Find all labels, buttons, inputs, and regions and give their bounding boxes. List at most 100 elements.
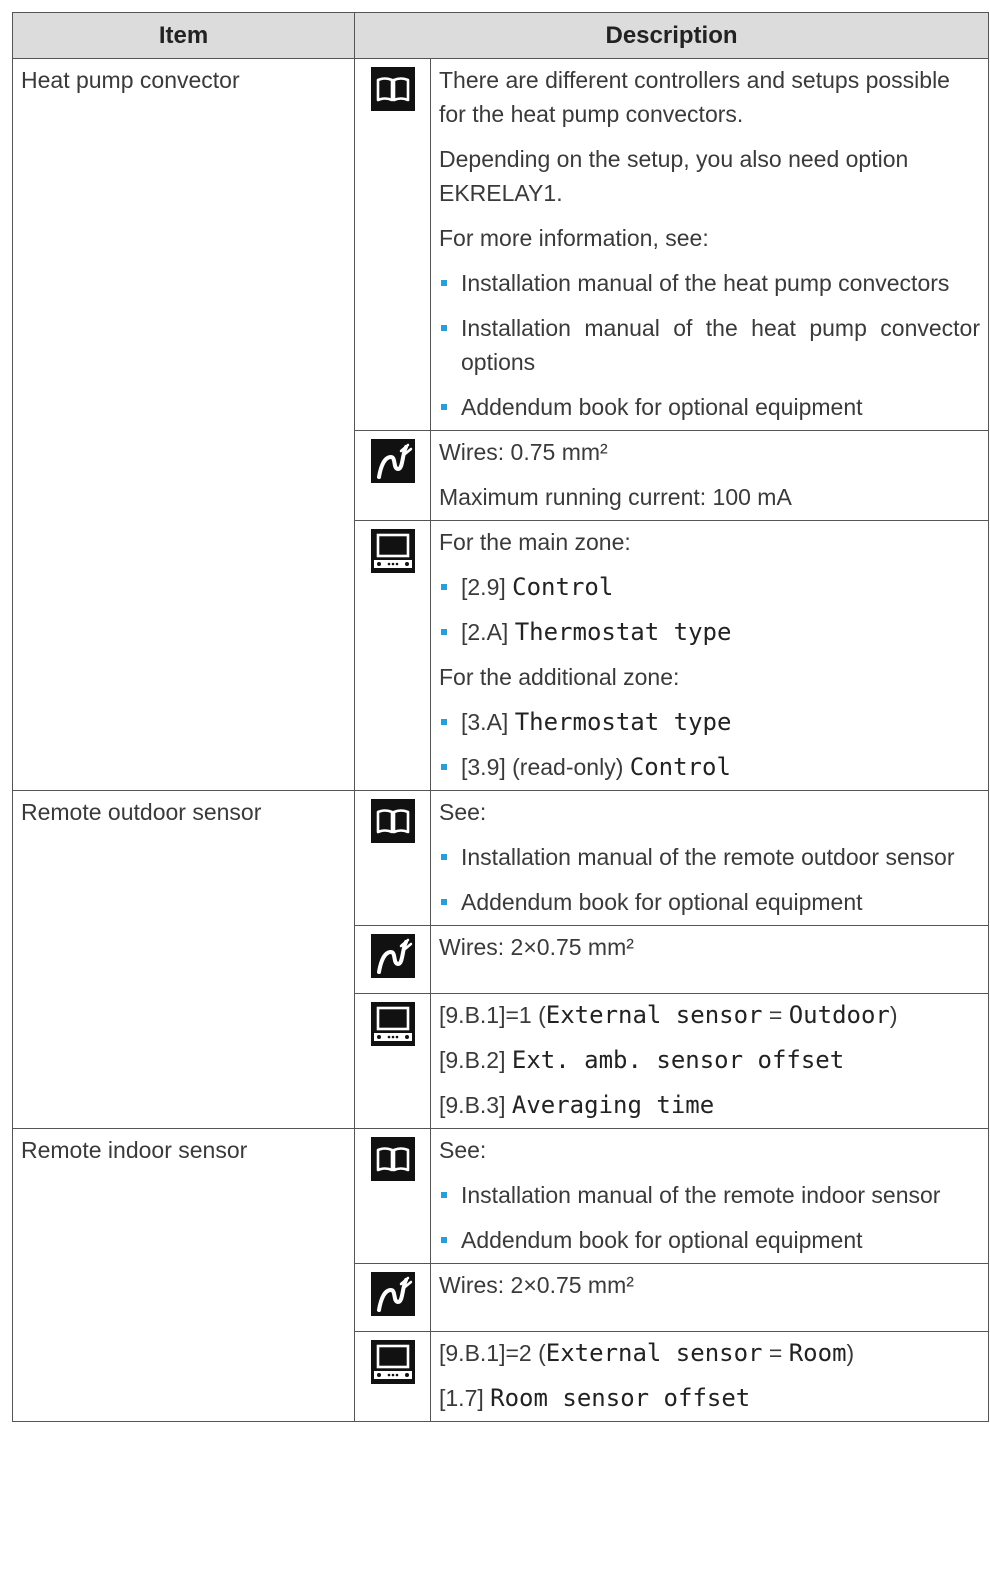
bullet-item: [3.9] (read-only) Control xyxy=(439,750,980,784)
bullet-marker xyxy=(441,854,447,860)
setting-code: [2.A] xyxy=(461,619,509,645)
bullet-item: Addendum book for optional equipment xyxy=(439,390,980,424)
bullet-marker xyxy=(441,325,447,331)
bullet-text: Installation manual of the heat pump con… xyxy=(461,315,980,375)
paragraph: For more information, see: xyxy=(439,225,709,251)
controller-icon xyxy=(370,1340,415,1384)
setting-code: [9.B.1]=2 ( xyxy=(439,1340,546,1366)
description-cell: See: Installation manual of the remote o… xyxy=(430,790,989,926)
item-cell: Remote outdoor sensor xyxy=(12,790,355,1129)
setting-equals: = xyxy=(762,1002,789,1028)
bullet-marker xyxy=(441,404,447,410)
bullet-text: Addendum book for optional equipment xyxy=(461,394,863,420)
bullet-text: Installation manual of the remote outdoo… xyxy=(461,844,955,870)
wire-icon xyxy=(370,1272,415,1316)
setting-line: [9.B.1]=1 (External sensor = Outdoor) xyxy=(439,998,980,1032)
setting-name: Averaging time xyxy=(511,1091,715,1119)
description-cell: Wires: 2×0.75 mm² xyxy=(430,1263,989,1332)
bullet-marker xyxy=(441,764,447,770)
header-item: Item xyxy=(12,12,355,59)
icon-cell xyxy=(354,1128,431,1264)
controller-icon xyxy=(370,529,415,573)
bullet-text: Installation manual of the remote indoor… xyxy=(461,1182,941,1208)
item-cell: Heat pump convector xyxy=(12,58,355,791)
setting-name: Control xyxy=(512,573,614,601)
paragraph: See: xyxy=(439,1137,487,1163)
table-row: Remote indoor sensor See: Installation m… xyxy=(12,1128,989,1422)
setting-name: Control xyxy=(629,753,731,781)
setting-code: [2.9] xyxy=(461,574,506,600)
bullet-marker xyxy=(441,1192,447,1198)
icon-cell xyxy=(354,925,431,994)
table-header-row: Item Description xyxy=(12,12,989,59)
book-icon xyxy=(370,799,415,843)
table-row: Heat pump convector There are different … xyxy=(12,58,989,791)
icon-cell xyxy=(354,790,431,926)
paragraph: Maximum running current: 100 mA xyxy=(439,484,792,510)
icon-cell xyxy=(354,993,431,1129)
bullet-text: Installation manual of the heat pump con… xyxy=(461,270,950,296)
paragraph: For the additional zone: xyxy=(439,664,680,690)
setting-line: [9.B.1]=2 (External sensor = Room) xyxy=(439,1336,980,1370)
paragraph: Depending on the setup, you also need op… xyxy=(439,146,909,206)
paragraph: Wires: 2×0.75 mm² xyxy=(439,934,634,960)
setting-name: Thermostat type xyxy=(514,708,732,736)
icon-cell xyxy=(354,430,431,521)
options-table: Item Description Heat pump convector The… xyxy=(12,12,989,1422)
book-icon xyxy=(370,1137,415,1181)
setting-code: [3.A] xyxy=(461,709,509,735)
wire-icon xyxy=(370,934,415,978)
setting-line: [1.7] Room sensor offset xyxy=(439,1381,980,1415)
bullet-text: Addendum book for optional equipment xyxy=(461,1227,863,1253)
icon-cell xyxy=(354,520,431,791)
setting-close: ) xyxy=(846,1340,855,1366)
setting-name: Room sensor offset xyxy=(490,1384,751,1412)
setting-code: [9.B.3] xyxy=(439,1092,506,1118)
controller-icon xyxy=(370,1002,415,1046)
setting-value: Outdoor xyxy=(788,1001,890,1029)
description-cell: Wires: 2×0.75 mm² xyxy=(430,925,989,994)
setting-code: [3.9] (read-only) xyxy=(461,754,624,780)
description-cell: See: Installation manual of the remote i… xyxy=(430,1128,989,1264)
description-cell: Wires: 0.75 mm² Maximum running current:… xyxy=(430,430,989,521)
bullet-item: Installation manual of the remote outdoo… xyxy=(439,840,980,874)
wire-icon xyxy=(370,439,415,483)
description-cell: For the main zone: [2.9] Control [2.A] T… xyxy=(430,520,989,791)
bullet-item: Installation manual of the heat pump con… xyxy=(439,311,980,379)
header-description: Description xyxy=(354,12,989,59)
description-cell: There are different controllers and setu… xyxy=(430,58,989,431)
paragraph: Wires: 2×0.75 mm² xyxy=(439,1272,634,1298)
paragraph: Wires: 0.75 mm² xyxy=(439,439,608,465)
setting-name: External sensor xyxy=(545,1001,763,1029)
bullet-item: Addendum book for optional equipment xyxy=(439,1223,980,1257)
bullet-item: [2.A] Thermostat type xyxy=(439,615,980,649)
paragraph: There are different controllers and setu… xyxy=(439,67,950,127)
bullet-marker xyxy=(441,1237,447,1243)
icon-cell xyxy=(354,1263,431,1332)
setting-name: External sensor xyxy=(545,1339,763,1367)
bullet-item: Addendum book for optional equipment xyxy=(439,885,980,919)
bullet-item: [3.A] Thermostat type xyxy=(439,705,980,739)
bullet-text: Addendum book for optional equipment xyxy=(461,889,863,915)
bullet-item: Installation manual of the heat pump con… xyxy=(439,266,980,300)
bullet-item: Installation manual of the remote indoor… xyxy=(439,1178,980,1212)
bullet-marker xyxy=(441,629,447,635)
icon-cell xyxy=(354,58,431,431)
setting-name: Ext. amb. sensor offset xyxy=(511,1046,845,1074)
setting-close: ) xyxy=(889,1002,898,1028)
bullet-marker xyxy=(441,584,447,590)
setting-line: [9.B.3] Averaging time xyxy=(439,1088,980,1122)
description-cell: [9.B.1]=2 (External sensor = Room) [1.7]… xyxy=(430,1331,989,1422)
book-icon xyxy=(370,67,415,111)
bullet-item: [2.9] Control xyxy=(439,570,980,604)
setting-code: [9.B.2] xyxy=(439,1047,506,1073)
icon-cell xyxy=(354,1331,431,1422)
bullet-marker xyxy=(441,719,447,725)
table-row: Remote outdoor sensor See: Installation … xyxy=(12,790,989,1129)
bullet-marker xyxy=(441,899,447,905)
paragraph: See: xyxy=(439,799,487,825)
paragraph: For the main zone: xyxy=(439,529,631,555)
setting-code: [9.B.1]=1 ( xyxy=(439,1002,546,1028)
setting-code: [1.7] xyxy=(439,1385,484,1411)
description-cell: [9.B.1]=1 (External sensor = Outdoor) [9… xyxy=(430,993,989,1129)
